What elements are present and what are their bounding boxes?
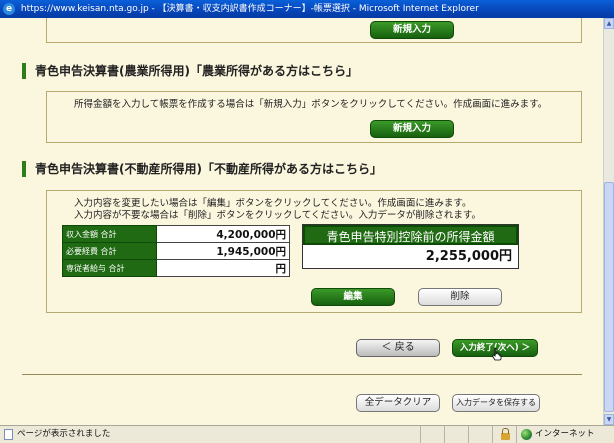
status-cell (444, 426, 468, 443)
page-loaded-icon (4, 429, 13, 440)
status-cell (420, 426, 444, 443)
agri-section-heading: 青色申告決算書(農業所得用)「農業所得がある方はこちら」 (22, 63, 358, 79)
status-cell (468, 426, 492, 443)
top-section-panel (46, 18, 582, 43)
save-input-data-button[interactable]: 入力データを保存する (452, 394, 540, 412)
lock-icon (501, 428, 510, 440)
family-salary-total-value: 円 (156, 259, 290, 277)
status-message: ページが表示されました (17, 429, 111, 439)
scroll-up-icon[interactable]: ▲ (604, 18, 614, 29)
back-button[interactable]: ＜ 戻る (356, 339, 440, 357)
realestate-instruction-delete: 入力内容が不要な場合は「削除」ボタンをクリックしてください。入力データが削除され… (74, 210, 481, 221)
expense-total-label: 必要経費 合計 (62, 242, 157, 260)
expense-total-value: 1,945,000円 (156, 242, 290, 260)
income-total-label: 収入金額 合計 (62, 225, 157, 243)
page-content: 新規入力 青色申告決算書(農業所得用)「農業所得がある方はこちら」 所得金額を入… (0, 18, 603, 425)
amounts-table: 収入金額 合計 4,200,000円 必要経費 合計 1,945,000円 専従… (62, 225, 290, 277)
income-total-value: 4,200,000円 (156, 225, 290, 243)
income-before-deduction-box: 青色申告特別控除前の所得金額 2,255,000円 (302, 224, 519, 269)
status-bar: ページが表示されました インターネット (0, 425, 614, 443)
table-row: 収入金額 合計 4,200,000円 (62, 225, 290, 243)
hand-cursor-icon (492, 347, 502, 361)
family-salary-total-label: 専従者給与 合計 (62, 259, 157, 277)
zone-label: インターネット (535, 429, 595, 439)
clear-all-data-button[interactable]: 全データクリア (356, 394, 440, 412)
edit-button[interactable]: 編集 (311, 288, 395, 306)
status-cell-zone: インターネット (516, 426, 614, 443)
internet-zone-icon (521, 429, 532, 440)
agri-instruction: 所得金額を入力して帳票を作成する場合は「新規入力」ボタンをクリックしてください。… (74, 99, 548, 110)
agri-new-entry-button[interactable]: 新規入力 (370, 120, 454, 138)
scroll-down-icon[interactable]: ▼ (604, 414, 614, 425)
window-title: https://www.keisan.nta.go.jp - 【決算書・収支内訳… (20, 4, 479, 14)
realestate-section-heading: 青色申告決算書(不動産所得用)「不動産所得がある方はこちら」 (22, 161, 382, 177)
delete-button[interactable]: 削除 (418, 288, 502, 306)
income-before-deduction-value: 2,255,000円 (425, 249, 512, 264)
window-title-bar: e https://www.keisan.nta.go.jp - 【決算書・収支… (0, 0, 614, 18)
table-row: 必要経費 合計 1,945,000円 (62, 242, 290, 260)
internet-explorer-icon: e (3, 3, 15, 15)
scroll-thumb[interactable] (604, 182, 614, 412)
vertical-scrollbar[interactable]: ▲ ▼ (603, 18, 614, 425)
top-new-entry-button[interactable]: 新規入力 (370, 21, 454, 39)
divider (22, 374, 582, 375)
table-row: 専従者給与 合計 円 (62, 259, 290, 277)
status-cell-security (492, 426, 516, 443)
income-before-deduction-title: 青色申告特別控除前の所得金額 (303, 225, 518, 245)
